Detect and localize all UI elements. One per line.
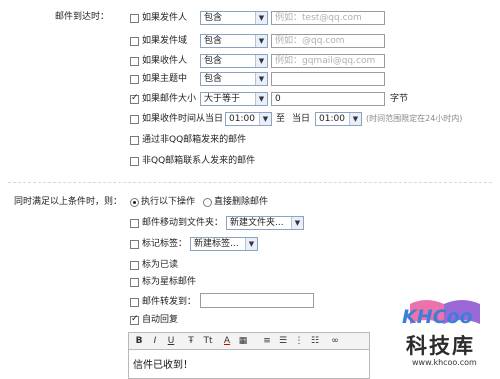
watermark-logo: KHCoo 科技库 www.khcoo.com (398, 296, 496, 371)
mark-star-label: 标为星标邮件 (142, 277, 197, 287)
forward-label: 邮件转发到： (142, 297, 197, 307)
chevron-down-icon: ▼ (255, 12, 267, 24)
subject-input[interactable] (271, 72, 385, 86)
time-to-label: 至 (276, 114, 286, 124)
tag-select[interactable]: 新建标签... ▼ (190, 237, 258, 251)
execute-label: 执行以下操作 (141, 197, 196, 207)
subject-label: 如果主题中 (142, 74, 188, 84)
subject-checkbox[interactable] (130, 75, 139, 84)
chevron-down-icon: ▼ (349, 113, 361, 125)
tag-checkbox[interactable] (130, 240, 139, 249)
domain-input[interactable]: 例如：@qq.com (271, 34, 385, 48)
execute-radio[interactable] (130, 198, 139, 207)
time-label: 如果收件时间从当日 (142, 114, 224, 124)
bold-button[interactable]: B (133, 335, 145, 347)
arrival-section-label: 邮件到达时： (55, 12, 110, 22)
chevron-down-icon: ▼ (245, 238, 257, 250)
size-checkbox[interactable] (130, 93, 139, 104)
non-contact-label: 非QQ邮箱联系人发来的邮件 (142, 156, 256, 166)
editor-toolbar: B I U Ŧ Tt A ▦ ≡ ☰ ⋮ ☷ ∞ (128, 332, 370, 349)
time-day-label: 当日 (292, 114, 311, 124)
sender-condition-select[interactable]: 包含 ▼ (200, 11, 268, 25)
mark-read-checkbox[interactable] (130, 261, 139, 270)
indent-icon[interactable]: ⋮ (293, 335, 305, 347)
italic-button[interactable]: I (149, 335, 161, 347)
chevron-down-icon: ▼ (259, 113, 271, 125)
move-folder-label: 邮件移动到文件夹： (142, 218, 224, 228)
sender-input[interactable]: 例如：test@qq.com (271, 11, 385, 25)
underline-button[interactable]: U (165, 335, 177, 347)
sender-checkbox[interactable] (130, 14, 139, 23)
move-folder-checkbox[interactable] (130, 219, 139, 228)
forward-input[interactable] (200, 293, 314, 308)
size-unit-label: 字节 (390, 94, 409, 104)
recipient-label: 如果收件人 (142, 56, 188, 66)
chevron-down-icon: ▼ (255, 35, 267, 47)
time-hint: (时间范围限定在24小时内) (366, 114, 463, 123)
watermark-url: www.khcoo.com (412, 358, 477, 367)
non-contact-checkbox[interactable] (130, 157, 139, 166)
size-label: 如果邮件大小 (142, 94, 197, 104)
chevron-down-icon: ▼ (255, 93, 267, 105)
editor-content: 信件已收到！ (133, 360, 193, 371)
sender-label: 如果发件人 (142, 13, 188, 23)
recipient-input[interactable]: 例如：gqmail@qq.com (271, 54, 385, 68)
then-section-label: 同时满足以上条件时，则： (14, 197, 123, 207)
font-size-icon[interactable]: Tt (201, 335, 215, 347)
time-to-select[interactable]: 01:00 ▼ (315, 112, 362, 126)
chevron-down-icon: ▼ (291, 217, 303, 229)
time-checkbox[interactable] (130, 115, 139, 124)
font-color-icon[interactable]: A (221, 335, 233, 347)
subject-condition-select[interactable]: 包含 ▼ (200, 72, 268, 86)
background-color-icon[interactable]: ▦ (237, 335, 249, 347)
watermark-logo-text: KHCoo (402, 306, 473, 328)
chevron-down-icon: ▼ (255, 55, 267, 67)
domain-checkbox[interactable] (130, 37, 139, 46)
forward-checkbox[interactable] (130, 298, 139, 307)
non-qq-sender-label: 通过非QQ邮箱发来的邮件 (142, 135, 247, 145)
size-condition-select[interactable]: 大于等于 ▼ (200, 92, 268, 106)
mark-read-label: 标为已读 (142, 260, 179, 270)
align-icon[interactable]: ≡ (261, 335, 273, 347)
domain-label: 如果发件域 (142, 36, 188, 46)
recipient-checkbox[interactable] (130, 57, 139, 66)
delete-radio[interactable] (203, 198, 212, 207)
time-from-select[interactable]: 01:00 ▼ (225, 112, 272, 126)
delete-label: 直接删除邮件 (214, 197, 269, 207)
domain-condition-select[interactable]: 包含 ▼ (200, 34, 268, 48)
link-icon[interactable]: ∞ (329, 335, 341, 347)
section-divider (8, 182, 492, 183)
font-icon[interactable]: Ŧ (185, 335, 197, 347)
size-input[interactable]: 0 (271, 92, 385, 106)
auto-reply-label: 自动回复 (142, 315, 179, 325)
non-qq-sender-checkbox[interactable] (130, 136, 139, 145)
outdent-icon[interactable]: ☷ (309, 335, 321, 347)
auto-reply-checkbox[interactable] (130, 314, 139, 325)
list-icon[interactable]: ☰ (277, 335, 289, 347)
chevron-down-icon: ▼ (255, 73, 267, 85)
recipient-condition-select[interactable]: 包含 ▼ (200, 54, 268, 68)
watermark-cn-text: 科技库 (406, 334, 475, 358)
move-folder-select[interactable]: 新建文件夹... ▼ (226, 216, 304, 230)
mark-star-checkbox[interactable] (130, 278, 139, 287)
tag-label: 标记标签： (142, 239, 188, 249)
